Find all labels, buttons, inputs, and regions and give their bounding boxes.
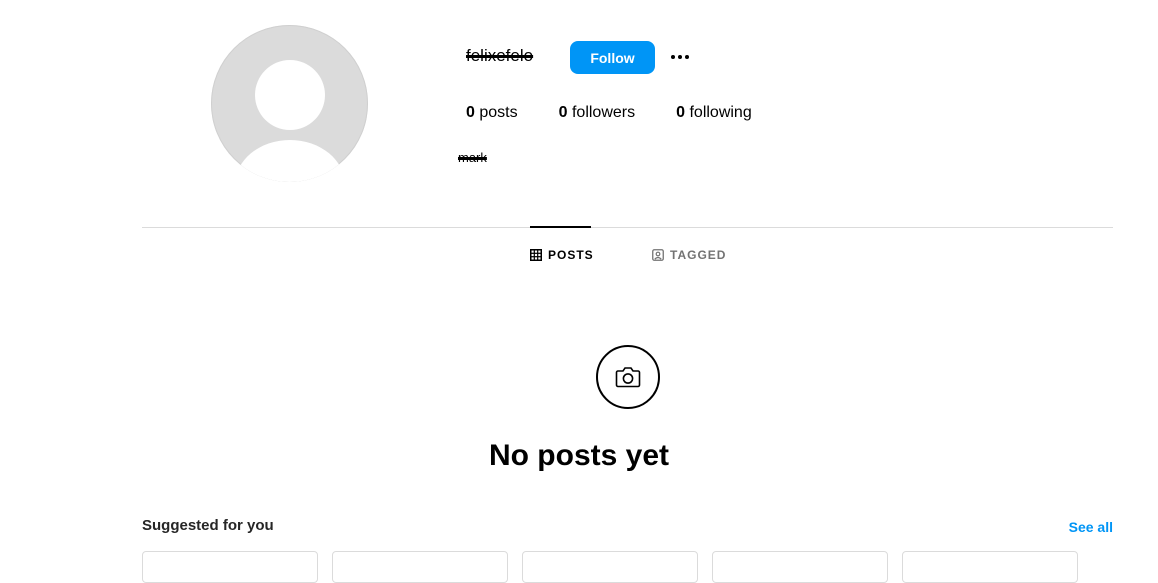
- tab-posts[interactable]: POSTS: [530, 248, 594, 262]
- profile-full-name: mark: [458, 150, 487, 165]
- suggested-card[interactable]: [142, 551, 318, 583]
- following-label: following: [689, 104, 752, 121]
- tabs-divider: [142, 227, 1113, 228]
- suggested-card[interactable]: [332, 551, 508, 583]
- follow-button[interactable]: Follow: [570, 41, 655, 74]
- posts-stat[interactable]: 0 posts: [466, 104, 518, 122]
- avatar-head-silhouette: [255, 60, 325, 130]
- empty-state-title: No posts yet: [488, 439, 670, 472]
- grid-icon: [530, 249, 542, 261]
- active-tab-indicator: [530, 226, 591, 228]
- suggested-card[interactable]: [902, 551, 1078, 583]
- following-count: 0: [676, 104, 686, 121]
- more-options-icon[interactable]: [667, 46, 693, 68]
- tab-tagged-label: TAGGED: [670, 248, 727, 262]
- suggested-title: Suggested for you: [142, 517, 274, 534]
- followers-stat[interactable]: 0 followers: [559, 104, 636, 122]
- tab-tagged[interactable]: TAGGED: [652, 248, 726, 262]
- posts-count: 0: [466, 104, 475, 121]
- profile-avatar: [211, 25, 368, 182]
- following-stat[interactable]: 0 following: [676, 104, 752, 122]
- tag-icon: [652, 249, 664, 261]
- followers-label: followers: [571, 104, 636, 121]
- avatar-body-silhouette: [235, 140, 345, 182]
- suggested-card[interactable]: [522, 551, 698, 583]
- suggested-cards: [142, 551, 1078, 583]
- tab-posts-label: POSTS: [548, 248, 594, 262]
- followers-count: 0: [558, 104, 568, 121]
- profile-stats: 0 posts 0 followers 0 following: [466, 104, 793, 122]
- posts-label: posts: [479, 104, 518, 121]
- profile-username: felixefelo: [466, 46, 534, 65]
- suggested-card[interactable]: [712, 551, 888, 583]
- camera-icon: [596, 345, 660, 409]
- see-all-link[interactable]: See all: [1069, 519, 1113, 535]
